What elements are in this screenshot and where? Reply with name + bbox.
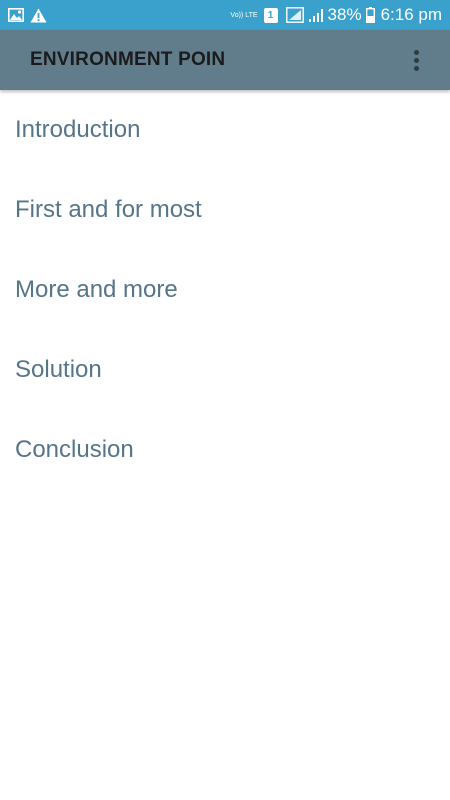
image-icon [8, 8, 24, 22]
battery-icon [365, 7, 375, 23]
overflow-dot [413, 57, 419, 63]
volte-label: Vo)) LTE [230, 11, 258, 19]
list-item-conclusion[interactable]: Conclusion [0, 410, 450, 490]
chapter-list: Introduction First and for most More and… [0, 90, 450, 490]
list-item-more-and-more[interactable]: More and more [0, 250, 450, 330]
clock: 6:16 pm [380, 5, 442, 24]
warning-icon [30, 8, 47, 23]
battery-percent: 38% [327, 5, 362, 24]
list-item-label: First and for most [15, 196, 202, 223]
status-bar-left [8, 8, 47, 23]
list-item-introduction[interactable]: Introduction [0, 90, 450, 170]
list-item-solution[interactable]: Solution [0, 330, 450, 410]
signal-sim2-icon [308, 8, 324, 23]
signal-sim1-icon [285, 7, 304, 23]
list-item-first-and-for-most[interactable]: First and for most [0, 170, 450, 250]
status-bar: Vo)) LTE 1 38% 6:16 pm [0, 0, 450, 30]
app-bar: ENVIRONMENT POIN [0, 30, 450, 90]
more-vert-icon[interactable] [404, 45, 428, 75]
sim-slot-badge: 1 [263, 7, 278, 23]
list-item-label: More and more [15, 276, 178, 303]
list-item-label: Conclusion [15, 436, 134, 463]
overflow-dot [413, 65, 419, 71]
app-title: ENVIRONMENT POIN [30, 49, 226, 70]
list-item-label: Solution [15, 356, 102, 383]
overflow-dot [413, 49, 419, 55]
list-item-label: Introduction [15, 116, 141, 143]
status-bar-right: Vo)) LTE 1 38% 6:16 pm [230, 5, 442, 25]
